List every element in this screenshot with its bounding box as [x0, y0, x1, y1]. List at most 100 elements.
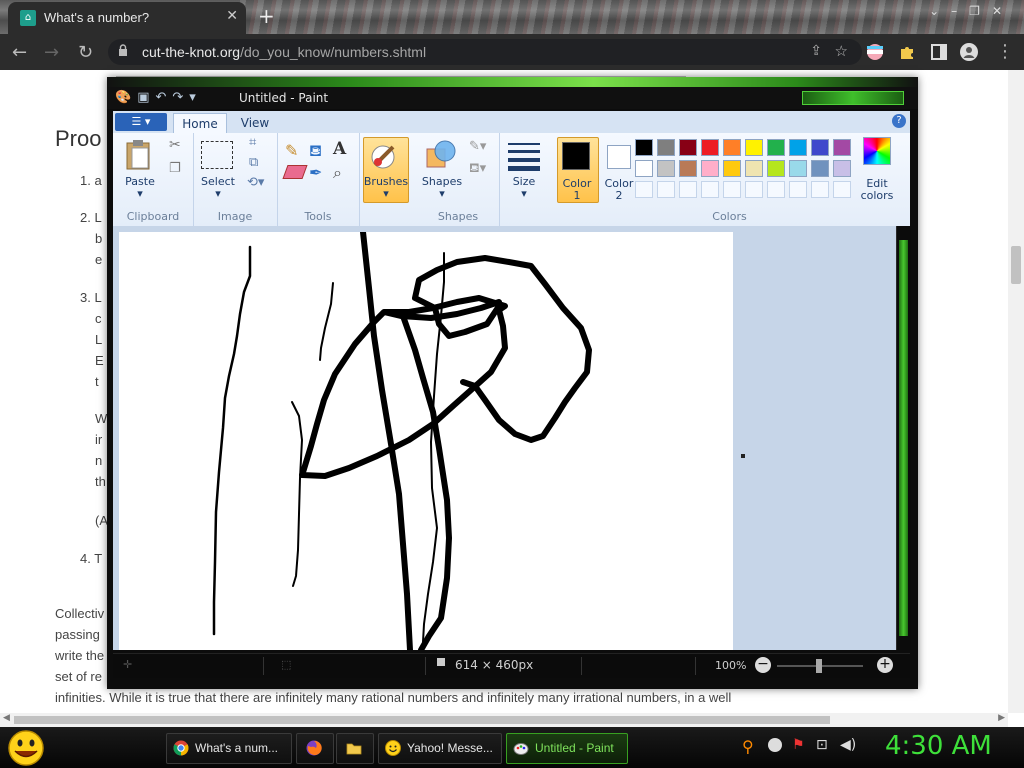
palette-swatch[interactable] — [679, 160, 697, 177]
shapes-icon[interactable] — [425, 139, 457, 171]
fill-icon[interactable]: ⛾▾ — [469, 161, 486, 178]
palette-custom-slot[interactable] — [767, 181, 785, 198]
palette-swatch[interactable] — [679, 139, 697, 156]
outline-icon[interactable]: ✎▾ — [469, 139, 486, 154]
redo-icon[interactable]: ↷ — [172, 90, 189, 105]
palette-custom-slot[interactable] — [789, 181, 807, 198]
close-window-icon[interactable]: ✕ — [992, 4, 1014, 18]
palette-custom-slot[interactable] — [679, 181, 697, 198]
palette-custom-slot[interactable] — [833, 181, 851, 198]
volume-icon[interactable]: ◀) — [840, 737, 856, 753]
browser-tab[interactable]: ⌂ What's a number? ✕ — [8, 2, 246, 34]
zoom-in-icon[interactable]: + — [877, 657, 893, 673]
color1-number[interactable]: 1 — [555, 189, 599, 202]
action-center-flag-icon[interactable]: ⚑ — [792, 737, 805, 753]
paint-vertical-scrollbar[interactable] — [896, 226, 911, 650]
canvas-resize-handle[interactable] — [741, 454, 745, 458]
status-icon[interactable] — [768, 738, 782, 752]
palette-swatch[interactable] — [723, 160, 741, 177]
paint-window-controls[interactable] — [802, 91, 904, 105]
copy-icon[interactable]: ❐ — [169, 161, 181, 176]
taskbar-item-firefox[interactable] — [296, 733, 334, 764]
search-icon[interactable]: ⚲ — [742, 737, 754, 756]
fill-bucket-icon[interactable]: ⛾ — [309, 141, 322, 162]
palette-swatch[interactable] — [833, 160, 851, 177]
browser-window-controls[interactable]: ⌄–❐✕ — [929, 4, 1014, 18]
address-bar[interactable]: cut-the-knot.org/do_you_know/numbers.sht… — [108, 39, 862, 65]
palette-swatch[interactable] — [745, 160, 763, 177]
cut-icon[interactable]: ✂ — [169, 137, 181, 153]
palette-swatch[interactable] — [657, 139, 675, 156]
taskbar-item-yahoo[interactable]: Yahoo! Messe... — [378, 733, 502, 764]
pencil-icon[interactable]: ✎ — [285, 141, 298, 160]
save-icon[interactable]: ▣ — [137, 90, 155, 105]
taskbar-item-paint[interactable]: Untitled - Paint — [506, 733, 628, 764]
shapes-dropdown-icon[interactable]: ▾ — [417, 187, 467, 200]
taskbar-item-explorer[interactable] — [336, 733, 374, 764]
paint-scroll-thumb[interactable] — [899, 240, 908, 636]
tab-close-icon[interactable]: ✕ — [226, 8, 238, 24]
palette-swatch[interactable] — [701, 139, 719, 156]
zoom-out-icon[interactable]: − — [755, 657, 771, 673]
browser-menu-icon[interactable]: ⋮ — [996, 41, 1014, 62]
scroll-thumb[interactable] — [1011, 246, 1021, 284]
paint-title-bar[interactable]: 🎨▣↶↷▾ Untitled - Paint — [107, 87, 918, 109]
palette-custom-slot[interactable] — [701, 181, 719, 198]
profile-flag-icon[interactable] — [866, 43, 884, 61]
side-panel-icon[interactable] — [930, 43, 948, 61]
taskbar-clock[interactable]: 4:30 AM — [885, 731, 992, 761]
select-dropdown-icon[interactable]: ▾ — [193, 187, 243, 200]
text-tool-icon[interactable]: A — [333, 139, 346, 159]
minimize-icon[interactable]: – — [951, 4, 969, 18]
profile-avatar-icon[interactable] — [960, 43, 978, 61]
palette-swatch[interactable] — [833, 139, 851, 156]
page-horizontal-scrollbar[interactable]: ◀ ▶ — [0, 713, 1008, 727]
network-icon[interactable]: ⊡ — [816, 737, 828, 753]
palette-swatch[interactable] — [767, 160, 785, 177]
quick-access-toolbar[interactable]: 🎨▣↶↷▾ — [115, 90, 202, 105]
paint-app-icon[interactable]: 🎨 — [115, 90, 137, 105]
tab-search-icon[interactable]: ⌄ — [929, 4, 951, 18]
tab-view[interactable]: View — [231, 113, 279, 133]
new-tab-button[interactable]: + — [258, 4, 275, 28]
size-icon[interactable] — [508, 141, 540, 171]
reload-icon[interactable]: ↻ — [78, 42, 93, 63]
customize-toolbar-icon[interactable]: ▾ — [189, 90, 202, 105]
resize-icon[interactable]: ⧉ — [249, 155, 258, 170]
tab-home[interactable]: Home — [173, 113, 227, 134]
palette-swatch[interactable] — [635, 139, 653, 156]
palette-swatch[interactable] — [789, 160, 807, 177]
palette-swatch[interactable] — [811, 160, 829, 177]
palette-swatch[interactable] — [811, 139, 829, 156]
drawing-canvas[interactable] — [119, 229, 733, 653]
color2-swatch[interactable] — [607, 145, 631, 169]
share-icon[interactable]: ⇪ — [810, 43, 822, 59]
extensions-puzzle-icon[interactable] — [898, 43, 916, 61]
palette-swatch[interactable] — [789, 139, 807, 156]
undo-icon[interactable]: ↶ — [155, 90, 172, 105]
scroll-thumb[interactable] — [14, 716, 830, 724]
magnifier-icon[interactable]: ⌕ — [333, 163, 342, 183]
paint-file-menu-button[interactable]: ☰ ▾ — [115, 113, 167, 131]
start-button-smiley-icon[interactable] — [4, 728, 48, 768]
paste-dropdown-icon[interactable]: ▾ — [115, 187, 165, 200]
palette-custom-slot[interactable] — [811, 181, 829, 198]
palette-swatch[interactable] — [701, 160, 719, 177]
palette-swatch[interactable] — [657, 160, 675, 177]
restore-icon[interactable]: ❐ — [969, 4, 992, 18]
edit-colors-icon[interactable] — [863, 137, 891, 165]
eraser-icon[interactable] — [282, 165, 308, 179]
palette-custom-slot[interactable] — [635, 181, 653, 198]
bookmark-star-icon[interactable]: ☆ — [835, 42, 848, 60]
size-dropdown-icon[interactable]: ▾ — [499, 187, 549, 200]
palette-swatch[interactable] — [723, 139, 741, 156]
palette-custom-slot[interactable] — [745, 181, 763, 198]
rotate-icon[interactable]: ⟲▾ — [247, 175, 264, 190]
edit-colors-label-2[interactable]: colors — [853, 189, 901, 202]
palette-swatch[interactable] — [635, 160, 653, 177]
taskbar-item-chrome[interactable]: What's a num... — [166, 733, 292, 764]
palette-swatch[interactable] — [745, 139, 763, 156]
forward-arrow-icon[interactable]: → — [44, 42, 59, 63]
page-vertical-scrollbar[interactable] — [1008, 70, 1024, 713]
back-arrow-icon[interactable]: ← — [12, 42, 27, 63]
